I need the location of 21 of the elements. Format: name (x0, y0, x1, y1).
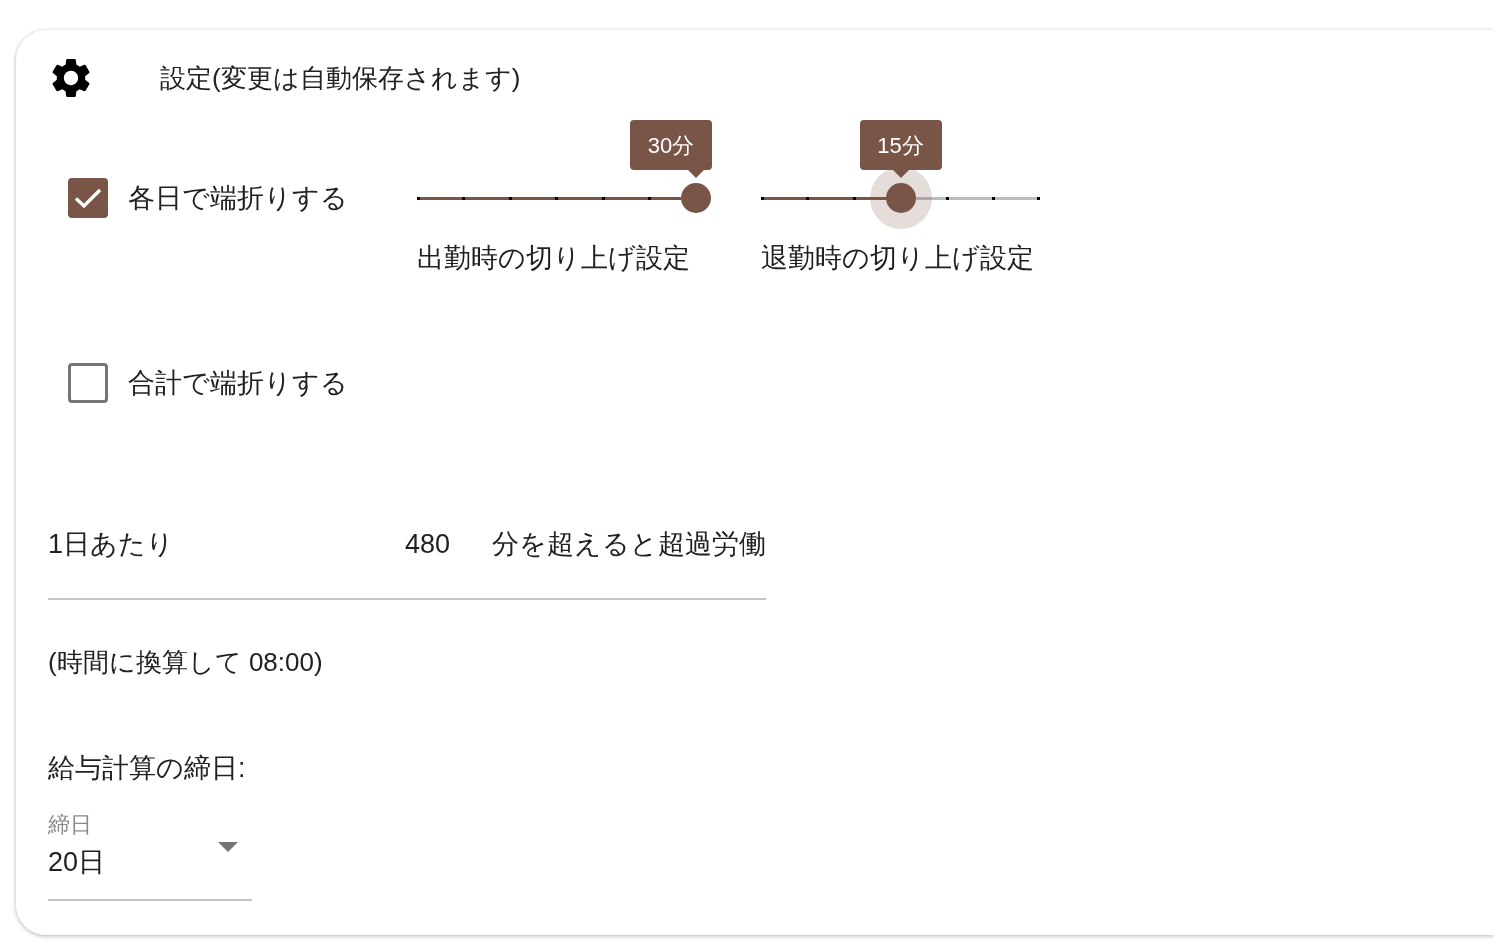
slider-label: 出勤時の切り上げ設定 (417, 242, 690, 275)
checkbox[interactable] (68, 363, 108, 403)
closing-day-heading: 給与計算の締日: (48, 752, 246, 785)
closing-day-select[interactable]: 20日 (48, 840, 252, 901)
value-tooltip: 30分 (630, 120, 712, 178)
settings-icon (52, 58, 90, 98)
value-tooltip: 15分 (859, 120, 942, 178)
slider-thumb[interactable] (681, 183, 711, 213)
checkmark-icon (74, 187, 102, 209)
slider-label: 退勤時の切り上げ設定 (761, 242, 1034, 275)
field-suffix-label: 分を超えると超過労働 (492, 528, 766, 561)
select-label: 締日 (48, 811, 92, 839)
minutes-input[interactable]: 480 (174, 526, 450, 562)
field-prefix-label: 1日あたり (48, 528, 175, 561)
overtime-minutes-field[interactable]: 1日あたり 480 分を超えると超過労働 (48, 526, 766, 600)
hours-conversion-note: (時間に換算して 08:00) (48, 646, 323, 679)
checkbox-label[interactable]: 合計で端折りする (128, 365, 348, 401)
checkbox-label[interactable]: 各日で端折りする (128, 180, 348, 216)
settings-title: 設定(変更は自動保存されます) (160, 62, 521, 95)
checkbox[interactable] (68, 178, 108, 218)
dropdown-caret-icon (218, 842, 238, 852)
